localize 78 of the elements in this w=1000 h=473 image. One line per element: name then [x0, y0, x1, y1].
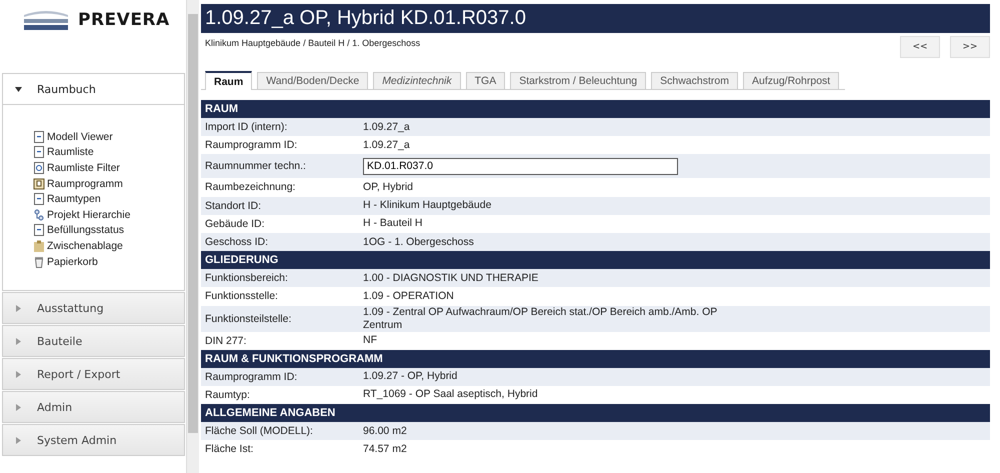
document-icon: [33, 130, 45, 143]
search-icon: [33, 162, 45, 174]
field-value: 1.09 - Zentral OP Aufwachraum/OP Bereich stat./OP Bereich amb./Amb. OP Zentrum: [363, 306, 718, 332]
box-icon: [33, 178, 45, 190]
nav-item[interactable]: Modell Viewer: [33, 129, 113, 145]
field-label: Funktionsteilstelle:: [204, 312, 292, 324]
field-label: Funktionsbereich:: [204, 272, 289, 284]
field-value: 96.00 m2: [363, 424, 407, 438]
field-value: 1.09.27_a: [363, 138, 410, 152]
tab[interactable]: Raum: [205, 71, 252, 90]
nav-item[interactable]: Raumprogramm: [33, 176, 123, 192]
tab[interactable]: TGA: [466, 72, 506, 89]
nav-button[interactable]: >>: [950, 36, 990, 58]
tab[interactable]: Wand/Boden/Decke: [257, 72, 368, 89]
logo-icon: [22, 8, 70, 32]
page-title: 1.09.27_a OP, Hybrid KD.01.R037.0: [201, 4, 990, 33]
nav-item[interactable]: Raumliste Filter: [33, 160, 120, 176]
field-label: Fläche Ist:: [204, 443, 254, 456]
breadcrumb: Klinikum Hauptgebäude / Bauteil H / 1. Obergeschoss: [205, 38, 420, 48]
caret-icon: [15, 338, 22, 344]
field-label: Raumtyp:: [204, 388, 251, 401]
field-label: Funktionsstelle:: [204, 290, 279, 302]
document-icon: [33, 193, 45, 206]
section-header: RAUM & FUNKTIONSPROGRAMM: [201, 350, 990, 368]
caret-icon: [15, 436, 22, 444]
tab[interactable]: Medizintechnik: [373, 72, 461, 89]
field-label: Fläche Soll (MODELL):: [204, 425, 314, 438]
field-value: H - Klinikum Hauptgebäude: [363, 199, 492, 212]
document-icon: [33, 146, 45, 158]
field-label: Raumprogramm ID:: [204, 370, 298, 383]
caret-icon: [15, 304, 22, 312]
field-label: Gebäude ID:: [204, 218, 266, 230]
tab[interactable]: Aufzug/Rohrpost: [742, 72, 840, 89]
accordion-header[interactable]: System Admin: [2, 424, 185, 456]
field-value: 1.00 - DIAGNOSTIK UND THERAPIE: [363, 272, 538, 285]
trash-icon: [33, 256, 45, 268]
accordion-header[interactable]: Ausstattung: [2, 292, 185, 324]
logo-text: PREVERA: [78, 9, 170, 32]
nav-item[interactable]: Befüllungsstatus: [33, 222, 124, 238]
accordion-header[interactable]: Raumbuch: [2, 73, 185, 105]
field-label: DIN 277:: [204, 334, 248, 347]
field-label: Standort ID:: [204, 200, 262, 212]
field-label: Raumbezeichnung:: [204, 181, 296, 194]
caret-icon: [15, 370, 22, 378]
document-icon: [33, 224, 45, 236]
field-value: NF: [363, 334, 377, 348]
field-label: Import ID (intern):: [204, 121, 288, 134]
nav-item[interactable]: Papierkorb: [33, 254, 98, 270]
tab[interactable]: Starkstrom / Beleuchtung: [510, 72, 646, 89]
tab[interactable]: Schwachstrom: [651, 72, 738, 89]
field-value: 1.09.27_a: [363, 120, 410, 134]
input-field[interactable]: KD.01.R037.0: [363, 158, 678, 175]
hierarchy-icon: [33, 208, 45, 221]
field-value: 1OG - 1. Obergeschoss: [363, 236, 474, 249]
field-value: RT_1069 - OP Saal aseptisch, Hybrid: [363, 388, 538, 402]
caret-icon: [15, 404, 22, 410]
field-value: 1.09.27 - OP, Hybrid: [363, 370, 458, 384]
field-value: 74.57 m2: [363, 442, 407, 456]
accordion-header[interactable]: Report / Export: [2, 358, 185, 390]
nav-item[interactable]: Raumliste: [33, 144, 94, 160]
nav-item[interactable]: Projekt Hierarchie: [33, 206, 130, 223]
field-value: OP, Hybrid: [363, 180, 413, 194]
caret-icon: [15, 86, 22, 92]
nav-item[interactable]: Raumtypen: [33, 191, 101, 207]
section-header: RAUM: [201, 100, 990, 118]
accordion-header[interactable]: Bauteile: [2, 325, 185, 357]
field-label: Raumnummer techn.:: [204, 160, 307, 172]
section-header: GLIEDERUNG: [201, 251, 990, 270]
nav-item[interactable]: Zwischenablage: [33, 238, 123, 254]
field-value: 1.09 - OPERATION: [363, 290, 454, 303]
nav-button[interactable]: <<: [900, 36, 940, 58]
field-label: Raumprogramm ID:: [204, 139, 298, 152]
field-label: Geschoss ID:: [204, 236, 270, 248]
accordion-header[interactable]: Admin: [2, 391, 185, 423]
clipboard-icon: [33, 240, 45, 252]
scrollbar[interactable]: [187, 0, 199, 473]
section-header: ALLGEMEINE ANGABEN: [201, 404, 990, 422]
field-value: H - Bauteil H: [363, 217, 423, 230]
